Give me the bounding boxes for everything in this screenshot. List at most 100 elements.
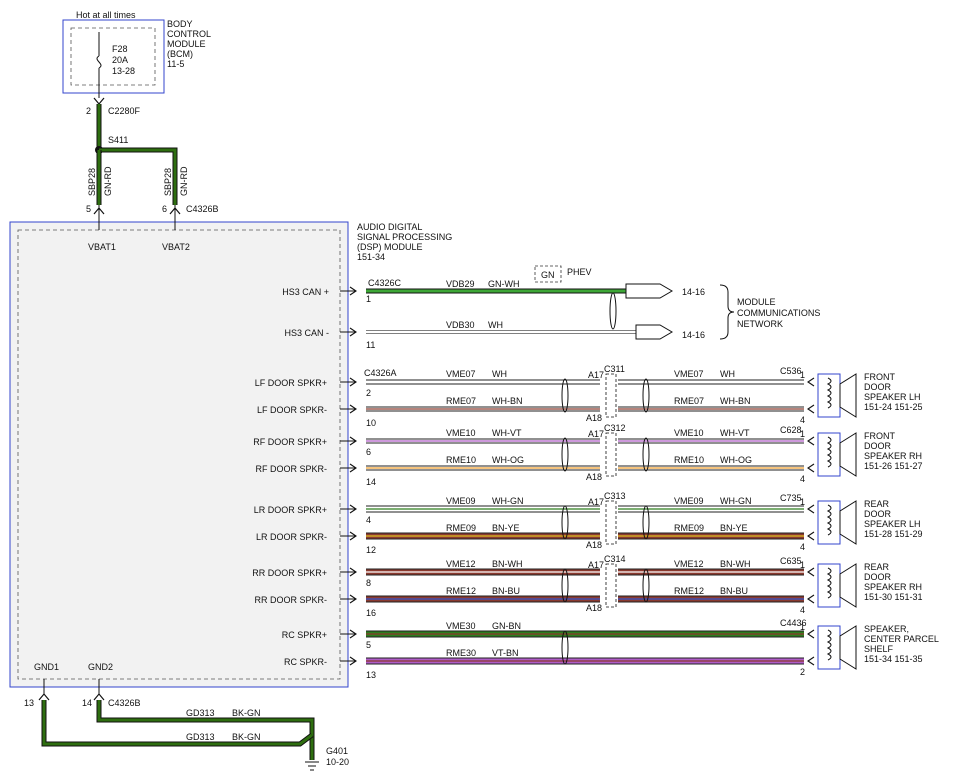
speaker-icon	[839, 625, 857, 670]
speaker-name-line: SPEAKER LH	[864, 392, 921, 402]
speaker-group: RF DOOR SPKR+6VME10 WH-VT VME10 WH-VTA17 1RF…	[253, 423, 922, 487]
wire-color-label: VT-BN	[492, 648, 519, 658]
sbp28-label-1: SBP28	[87, 168, 97, 196]
g401-ref: 10-20	[326, 757, 349, 767]
speaker-icon	[839, 432, 857, 477]
speaker-connector-label: C735	[780, 493, 802, 503]
fuse-line: F28	[112, 44, 128, 54]
speaker-pin-label: LF DOOR SPKR-	[257, 405, 327, 415]
inline-pin-label: A18	[586, 472, 602, 482]
phev-color: GN	[541, 270, 555, 280]
wire-color-label: BN-YE	[492, 523, 520, 533]
speaker-pin-number: 2	[800, 667, 805, 677]
connector-arrow-icon	[807, 377, 815, 387]
speaker-group: RC SPKR+5VME30 GN-BN 1RC SPKR-13RME30 VT-BN…	[282, 618, 939, 680]
c4326b-top-label: C4326B	[186, 204, 219, 214]
power-feed: S411 SBP28 GN-RD SBP28 GN-RD 5 6 C4326B	[86, 104, 219, 216]
pin-14-ground: 14	[82, 698, 92, 708]
wire-color-label: WH-BN	[720, 396, 751, 406]
speaker-connector-label: C4436	[780, 618, 807, 628]
speaker-name-line: 151-24 151-25	[864, 402, 923, 412]
wire-circuit-label: RME09	[674, 523, 704, 533]
wire-circuit-label: RME07	[446, 396, 476, 406]
connector-arrow-icon	[38, 693, 50, 701]
dsp-connector-label: C4326A	[364, 368, 397, 378]
pin-2: 2	[86, 106, 91, 116]
speaker-name-line: 151-28 151-29	[864, 529, 923, 539]
pin-13-ground: 13	[24, 698, 34, 708]
speaker-name-line: SHELF	[864, 644, 894, 654]
phev-label: PHEV	[567, 267, 592, 277]
dsp-pin-number: 5	[366, 640, 371, 650]
speaker-group: RR DOOR SPKR+8VME12 BN-WH VME12 BN-WHA17 1RR…	[252, 554, 922, 618]
speaker-icon	[839, 563, 857, 608]
speaker-pin-label: LR DOOR SPKR-	[256, 532, 327, 542]
dsp-title-line: SIGNAL PROCESSING	[357, 232, 452, 242]
bcm-title-line: BODY	[167, 19, 193, 29]
dsp-title-line: AUDIO DIGITAL	[357, 222, 422, 232]
wire-circuit-label: RME07	[674, 396, 704, 406]
speaker-name-line: DOOR	[864, 509, 892, 519]
speaker-pin-label: LR DOOR SPKR+	[254, 505, 327, 515]
connector-arrow-icon	[807, 463, 815, 473]
speaker-name-line: 151-26 151-27	[864, 461, 923, 471]
fuse-line: 20A	[112, 55, 128, 65]
connector-arrow-icon	[807, 531, 815, 541]
inline-connector	[605, 500, 617, 545]
dsp-pin-number: 14	[366, 477, 376, 487]
connector-arrow-icon	[807, 629, 815, 639]
wire-color-label: BN-YE	[720, 523, 748, 533]
ground-icon	[305, 761, 319, 771]
connector-arrow-icon	[807, 504, 815, 514]
wire-color-label: WH-BN	[492, 396, 523, 406]
wire-color-label: WH-VT	[492, 428, 522, 438]
twisted-pair-icon	[609, 292, 617, 330]
speaker-pin-label: RF DOOR SPKR+	[253, 437, 327, 447]
inline-pin-label: A17	[588, 370, 604, 380]
bcm-title-line: 11-5	[167, 59, 184, 69]
speaker-group: C4326ALF DOOR SPKR+2VME07 WH VME07 WHA17 1LF…	[255, 364, 923, 428]
vbat1-label: VBAT1	[88, 242, 116, 252]
connector-arrow-icon	[93, 97, 105, 105]
wire-color-label: BN-WH	[492, 559, 523, 569]
speaker-pin-label: RF DOOR SPKR-	[255, 464, 327, 474]
wire-color-label: WH-GN	[492, 496, 524, 506]
wh-label: WH	[488, 320, 503, 330]
inline-connector-label: C314	[604, 554, 626, 564]
speaker-icon	[839, 500, 857, 545]
speaker-pin-label: RC SPKR-	[284, 657, 327, 667]
gn-wh-label: GN-WH	[488, 279, 520, 289]
speaker-pin-number: 4	[800, 605, 805, 615]
gd313-label-2: GD313	[186, 732, 215, 742]
bcm-title-line: (BCM)	[167, 49, 193, 59]
gd313-label-1: GD313	[186, 708, 215, 718]
network-arrow-icon	[625, 283, 673, 299]
bracket-icon	[719, 284, 735, 340]
wire-circuit-label: RME09	[446, 523, 476, 533]
dsp-title-line: 151-34	[357, 252, 385, 262]
speaker-pin-number: 4	[800, 415, 805, 425]
speaker-connector-label: C536	[780, 366, 802, 376]
gnd1-label: GND1	[34, 662, 59, 672]
inline-connector-label: C311	[604, 364, 625, 374]
speaker-pin-label: RC SPKR+	[282, 630, 327, 640]
speaker-group: LR DOOR SPKR+4VME09 WH-GN VME09 WH-GNA17 1LR…	[254, 491, 923, 555]
wire-color-label: WH-OG	[492, 455, 524, 465]
inline-pin-label: A17	[588, 497, 604, 507]
dsp-title-line: (DSP) MODULE	[357, 242, 423, 252]
connector-arrow-icon	[807, 656, 815, 666]
inline-pin-label: A17	[588, 560, 604, 570]
speaker-groups: C4326ALF DOOR SPKR+2VME07 WH VME07 WHA17 1LF…	[252, 364, 939, 680]
hot-at-all-times-label: Hot at all times	[76, 10, 136, 20]
network-line: NETWORK	[737, 319, 783, 329]
connector-arrow-icon	[807, 567, 815, 577]
connector-arrow-icon	[807, 404, 815, 414]
speaker-name-line: SPEAKER,	[864, 624, 909, 634]
wire-color-label: WH-OG	[720, 455, 752, 465]
inline-pin-label: A18	[586, 540, 602, 550]
dsp-pin-number: 13	[366, 670, 376, 680]
wire-circuit-label: VME30	[446, 621, 476, 631]
dsp-pin-number: 6	[366, 447, 371, 457]
inline-connector	[605, 563, 617, 608]
g401-label: G401	[326, 746, 348, 756]
